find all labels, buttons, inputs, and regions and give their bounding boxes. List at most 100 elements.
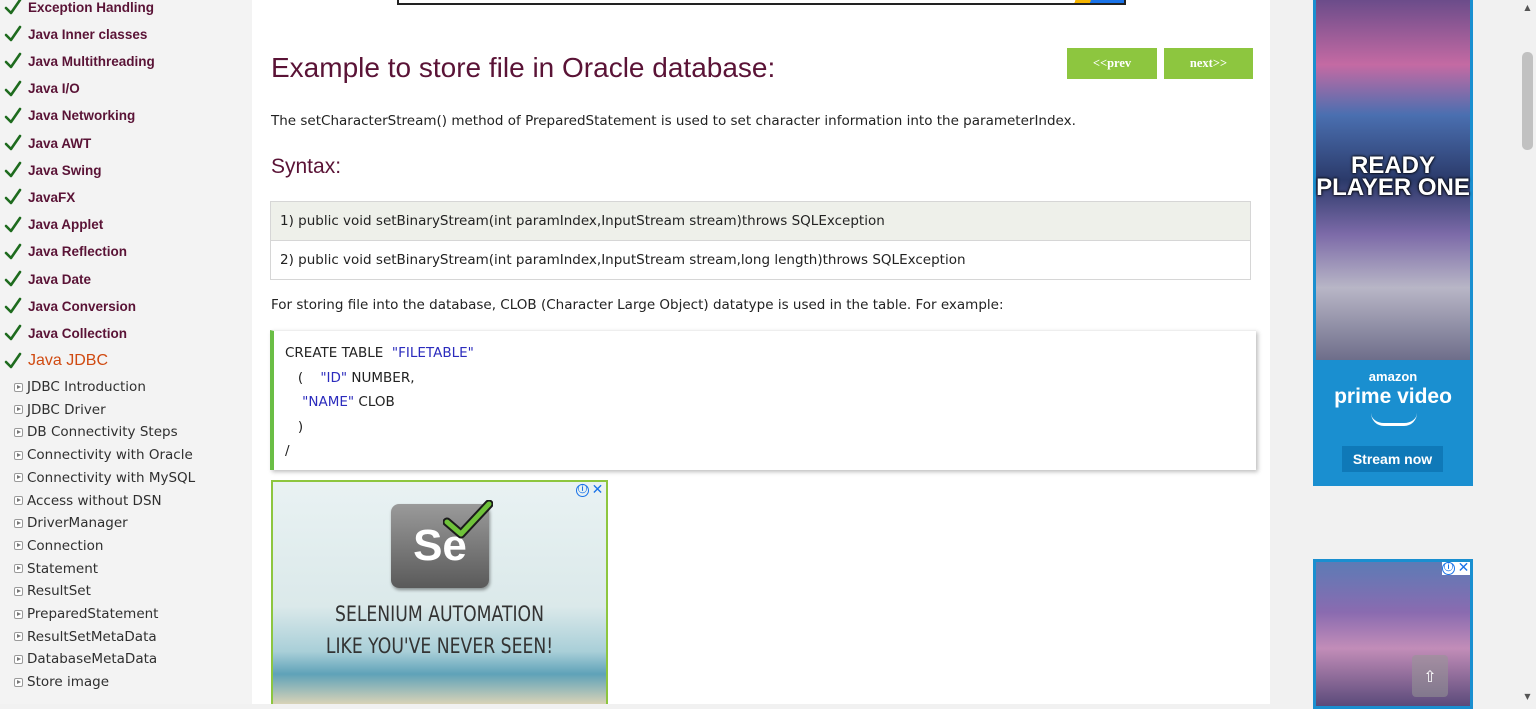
movie-title: READY PLAYER ONE — [1316, 152, 1470, 201]
checkmark-icon — [4, 134, 22, 151]
ad-controls: ⓘ ✕ — [1442, 562, 1470, 575]
checkmark-icon — [4, 25, 22, 42]
sidebar-subitem-connectivity-with-mysql[interactable]: Connectivity with MySQL — [14, 468, 195, 488]
scroll-up-arrow-icon[interactable]: ▲ — [1519, 0, 1536, 15]
sidebar-subitem-jdbc-driver[interactable]: JDBC Driver — [14, 400, 106, 420]
sidebar-category-label: JavaFX — [28, 189, 76, 205]
banner-logo — [1066, 0, 1124, 3]
scroll-to-top-button[interactable]: ⇧ — [1412, 655, 1448, 697]
checkmark-icon — [4, 53, 22, 69]
expand-icon — [14, 382, 23, 392]
sidebar-category-label: Java Collection — [28, 325, 128, 341]
expand-icon — [14, 654, 23, 664]
expand-icon — [14, 586, 23, 596]
sidebar-subitem-store-image[interactable]: Store image — [14, 672, 109, 692]
expand-icon — [14, 405, 23, 415]
sidebar-category-java-networking[interactable]: Java Networking — [4, 105, 135, 127]
sidebar: Exception Handling Java Inner classes Java… — [0, 0, 252, 704]
ad-headline: SELENIUM AUTOMATION — [335, 602, 544, 626]
selenium-ad[interactable]: ⓘ ✕ Se SELENIUM AUTOMATION LIKE YOU'VE N… — [271, 480, 608, 704]
sidebar-subitem-label: DriverManager — [27, 515, 128, 532]
expand-icon — [14, 609, 23, 619]
sidebar-subitem-statement[interactable]: Statement — [14, 559, 98, 579]
info-icon[interactable]: ⓘ — [576, 484, 589, 497]
code-keyword: CREATE TABLE — [285, 345, 392, 361]
sidebar-category-label: Java Multithreading — [28, 53, 155, 69]
sidebar-subitem-label: ResultSet — [27, 583, 91, 600]
sidebar-subitem-databasemetadata[interactable]: DatabaseMetaData — [14, 649, 157, 669]
checkmark-icon — [4, 243, 22, 260]
scrollbar-thumb[interactable] — [1522, 52, 1533, 150]
checkmark-icon — [4, 297, 22, 314]
code-block: CREATE TABLE "FILETABLE" ( "ID" NUMBER, … — [270, 330, 1256, 470]
checkmark-icon — [4, 325, 22, 341]
sidebar-subitem-resultset[interactable]: ResultSet — [14, 581, 91, 601]
ad-controls: ⓘ ✕ — [576, 483, 604, 497]
close-icon[interactable]: ✕ — [591, 483, 604, 497]
sidebar-subitem-label: Connection — [27, 537, 104, 554]
scroll-down-arrow-icon[interactable]: ▼ — [1519, 689, 1536, 704]
checkmark-icon — [4, 80, 22, 96]
sidebar-category-java-conversion[interactable]: Java Conversion — [4, 295, 136, 317]
sidebar-category-label: Java Applet — [28, 217, 104, 233]
sidebar-subitem-connection[interactable]: Connection — [14, 536, 103, 556]
sidebar-category-java-jdbc[interactable]: Java JDBC — [4, 350, 108, 372]
sidebar-category-label: Java JDBC — [28, 351, 109, 369]
sidebar-subitem-jdbc-introduction[interactable]: JDBC Introduction — [14, 377, 146, 397]
close-icon[interactable]: ✕ — [1457, 562, 1470, 575]
syntax-table: 1) public void setBinaryStream(int param… — [270, 201, 1251, 280]
sidebar-category-exception-handling[interactable]: Exception Handling — [4, 0, 154, 18]
top-banner-ad[interactable] — [397, 0, 1126, 5]
sidebar-subitem-preparedstatement[interactable]: PreparedStatement — [14, 604, 158, 624]
code-line: "NAME" CLOB — [285, 394, 395, 410]
expand-icon — [14, 564, 23, 574]
sidebar-category-label: Java Reflection — [28, 244, 128, 260]
sidebar-category-label: Java I/O — [28, 81, 80, 97]
info-icon[interactable]: ⓘ — [1442, 562, 1455, 575]
table-row: 2) public void setBinaryStream(int param… — [270, 240, 1251, 280]
sidebar-category-javafx[interactable]: JavaFX — [4, 186, 75, 208]
sidebar-subitem-label: DB Connectivity Steps — [27, 424, 178, 441]
amazon-smile-icon — [1371, 413, 1417, 426]
sidebar-subitem-label: JDBC Introduction — [27, 379, 146, 395]
sidebar-category-java-reflection[interactable]: Java Reflection — [4, 241, 127, 263]
sidebar-subitem-access-without-dsn[interactable]: Access without DSN — [14, 491, 162, 511]
checkmark-icon — [4, 107, 22, 124]
expand-icon — [14, 518, 23, 528]
checkmark-icon — [4, 0, 22, 15]
ad-subheadline: LIKE YOU'VE NEVER SEEN! — [325, 634, 554, 658]
sidebar-subitem-label: Store image — [27, 674, 110, 691]
sidebar-subitem-label: JDBC Driver — [27, 401, 106, 418]
main-content: <<prev next>> Example to store file in O… — [252, 0, 1270, 704]
sidebar-subitem-connectivity-with-oracle[interactable]: Connectivity with Oracle — [14, 445, 193, 465]
prime-video-ad[interactable]: READY PLAYER ONE amazon prime video Stre… — [1313, 0, 1473, 486]
stream-now-button[interactable]: Stream now — [1342, 446, 1443, 472]
prev-button[interactable]: <<prev — [1067, 48, 1157, 79]
sidebar-category-java-swing[interactable]: Java Swing — [4, 159, 102, 181]
sidebar-category-java-awt[interactable]: Java AWT — [4, 132, 91, 154]
sidebar-category-label: Java AWT — [28, 135, 92, 151]
code-line: ( "ID" NUMBER, — [285, 370, 415, 386]
secondary-ad[interactable]: ⓘ ✕ — [1313, 559, 1473, 709]
checkmark-icon — [4, 270, 22, 287]
sidebar-subitem-label: Connectivity with Oracle — [27, 447, 193, 464]
scrollbar[interactable]: ▲ ▼ — [1519, 0, 1536, 704]
sidebar-subitem-db-connectivity-steps[interactable]: DB Connectivity Steps — [14, 422, 178, 442]
sidebar-subitem-drivermanager[interactable]: DriverManager — [14, 513, 128, 533]
sidebar-category-java-applet[interactable]: Java Applet — [4, 214, 103, 236]
sidebar-category-java-i-o[interactable]: Java I/O — [4, 78, 80, 100]
sidebar-category-java-inner-classes[interactable]: Java Inner classes — [4, 23, 147, 45]
expand-icon — [14, 473, 23, 483]
sidebar-subitem-resultsetmetadata[interactable]: ResultSetMetaData — [14, 627, 157, 647]
expand-icon — [14, 450, 23, 460]
sidebar-subitem-label: Connectivity with MySQL — [27, 469, 196, 486]
sidebar-category-java-collection[interactable]: Java Collection — [4, 322, 127, 344]
code-line: ) — [285, 419, 304, 435]
checkmark-icon — [4, 161, 22, 178]
sidebar-category-java-multithreading[interactable]: Java Multithreading — [4, 50, 155, 72]
sidebar-category-java-date[interactable]: Java Date — [4, 268, 91, 290]
next-button[interactable]: next>> — [1164, 48, 1253, 79]
checkmark-icon — [4, 189, 22, 205]
storing-paragraph: For storing file into the database, CLOB… — [271, 297, 1004, 313]
